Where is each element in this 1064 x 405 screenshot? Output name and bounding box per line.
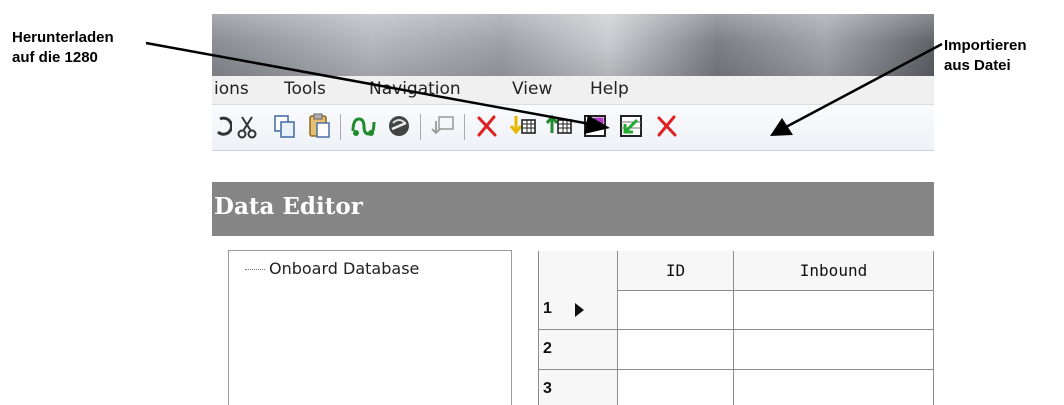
connect-button[interactable] (348, 111, 378, 141)
editor-body: Onboard Database ID Inbound 1 2 3 (212, 236, 934, 405)
clear-button[interactable] (652, 111, 682, 141)
column-header-id[interactable]: ID (618, 251, 734, 291)
column-header-inbound[interactable]: Inbound (734, 251, 934, 291)
annotation-import: Importieren aus Datei (944, 36, 1027, 76)
delete-button[interactable] (472, 111, 502, 141)
row-header[interactable]: 2 (538, 330, 618, 370)
grid-cell-inbound[interactable] (734, 290, 934, 330)
menu-tools[interactable]: Tools (284, 79, 326, 99)
upload-button[interactable] (544, 111, 574, 141)
copy-icon (269, 111, 299, 141)
redo-button[interactable] (212, 111, 232, 141)
grid-cell-inbound[interactable] (734, 330, 934, 370)
menu-help[interactable]: Help (590, 79, 629, 99)
copy-button[interactable] (269, 111, 299, 141)
database-tree: Onboard Database (228, 250, 512, 405)
editor-title: Data Editor (214, 193, 363, 220)
tree-node-onboard-database[interactable]: Onboard Database (245, 259, 419, 278)
disconnect-button[interactable] (384, 111, 414, 141)
grid-cell-inbound[interactable] (734, 370, 934, 405)
menu-bar: ions Tools Navigation View Help (212, 76, 934, 105)
annotation-import-line2: aus Datei (944, 57, 1011, 74)
download-button[interactable] (508, 111, 538, 141)
upload-table-icon (544, 111, 574, 141)
tree-node-label: Onboard Database (269, 259, 420, 278)
connect-icon (348, 111, 378, 141)
menu-view[interactable]: View (512, 79, 552, 99)
row-number: 2 (543, 340, 552, 357)
grid-cell-id[interactable] (618, 330, 734, 370)
annotation-download-line1: Herunterladen (12, 29, 114, 46)
paste-icon (304, 111, 334, 141)
annotation-import-line1: Importieren (944, 37, 1027, 54)
toolbar (212, 105, 934, 151)
import-file-icon (616, 111, 646, 141)
toolbar-separator (340, 114, 341, 140)
tree-connector (245, 269, 265, 270)
redo-icon (212, 111, 232, 141)
current-row-indicator-icon (575, 303, 584, 317)
delete-icon (472, 111, 502, 141)
disconnect-icon (384, 111, 414, 141)
cut-button[interactable] (232, 111, 262, 141)
clear-icon (652, 111, 682, 141)
menu-options[interactable]: ions (214, 79, 249, 99)
row-number: 1 (543, 300, 552, 317)
export-file-button[interactable] (580, 111, 610, 141)
menu-navigation[interactable]: Navigation (369, 79, 461, 99)
application-window: ions Tools Navigation View Help Data Edi… (212, 14, 934, 405)
transfer-icon (428, 111, 458, 141)
title-bar (212, 14, 934, 76)
import-file-button[interactable] (616, 111, 646, 141)
annotation-download-line2: auf die 1280 (12, 49, 98, 66)
row-number: 3 (543, 380, 552, 397)
download-table-icon (508, 111, 538, 141)
toolbar-separator (420, 114, 421, 140)
editor-header: Data Editor (212, 182, 934, 236)
grid-corner-cell[interactable] (538, 251, 618, 291)
row-header[interactable]: 1 (538, 290, 618, 330)
grid-cell-id[interactable] (618, 370, 734, 405)
annotation-download: Herunterladen auf die 1280 (12, 28, 114, 68)
transfer-button[interactable] (428, 111, 458, 141)
cut-icon (232, 111, 262, 141)
toolbar-separator (464, 114, 465, 140)
row-header[interactable]: 3 (538, 370, 618, 405)
grid-cell-id[interactable] (618, 290, 734, 330)
paste-button[interactable] (304, 111, 334, 141)
export-file-icon (580, 111, 610, 141)
